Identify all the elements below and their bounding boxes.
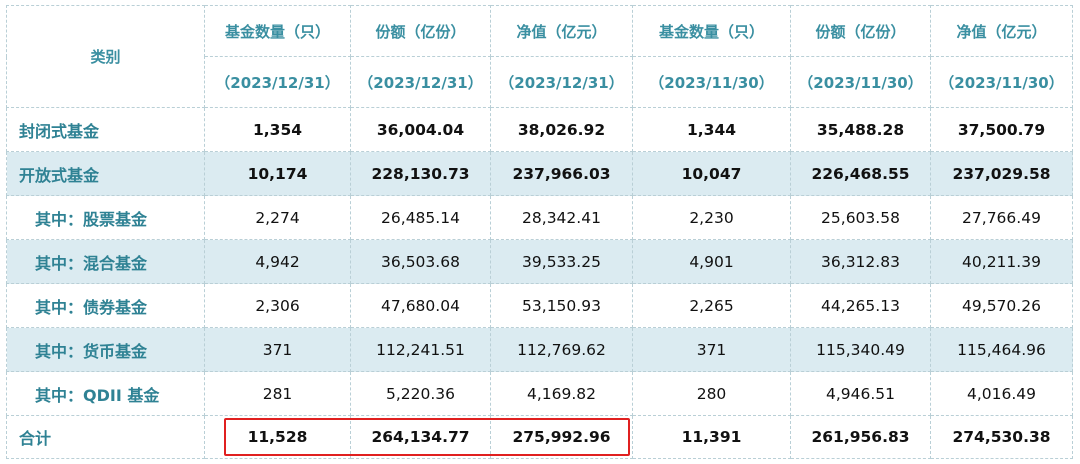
table-cell: 275,992.96: [490, 415, 633, 459]
row-label: 其中：混合基金: [6, 239, 205, 284]
header-date: （2023/12/31）: [350, 56, 491, 108]
table-cell: 2,274: [204, 195, 351, 240]
table-cell: 1,354: [204, 107, 351, 152]
header-fund-count-nov: 基金数量（只）: [632, 5, 791, 57]
table-cell: 36,312.83: [790, 239, 931, 284]
table-cell: 25,603.58: [790, 195, 931, 240]
table-row-equity: 其中：股票基金 2,274 26,485.14 28,342.41 2,230 …: [6, 195, 1073, 240]
table-cell: 35,488.28: [790, 107, 931, 152]
table-cell: 4,901: [632, 239, 791, 284]
row-label: 其中：债券基金: [6, 283, 205, 328]
table-cell: 4,169.82: [490, 371, 633, 416]
table-row-total: 合计 11,528 264,134.77 275,992.96 11,391 2…: [6, 415, 1073, 459]
header-category: 类别: [6, 5, 205, 108]
header-shares-nov: 份额（亿份）: [790, 5, 931, 57]
table-cell: 237,966.03: [490, 151, 633, 196]
table-cell: 228,130.73: [350, 151, 491, 196]
table-cell: 371: [632, 327, 791, 372]
table-cell: 4,946.51: [790, 371, 931, 416]
header-date: （2023/12/31）: [204, 56, 351, 108]
table-cell: 11,528: [204, 415, 351, 459]
table-cell: 226,468.55: [790, 151, 931, 196]
table-cell: 53,150.93: [490, 283, 633, 328]
table-cell: 36,004.04: [350, 107, 491, 152]
header-shares-dec: 份额（亿份）: [350, 5, 491, 57]
row-label: 封闭式基金: [6, 107, 205, 152]
fund-statistics-table: 类别 基金数量（只） 份额（亿份） 净值（亿元） 基金数量（只） 份额（亿份） …: [6, 5, 1073, 459]
table-cell: 2,265: [632, 283, 791, 328]
table-cell: 10,047: [632, 151, 791, 196]
table-cell: 26,485.14: [350, 195, 491, 240]
header-date: （2023/11/30）: [930, 56, 1073, 108]
header-date: （2023/11/30）: [790, 56, 931, 108]
row-label: 合计: [6, 415, 205, 459]
table-cell: 40,211.39: [930, 239, 1073, 284]
table-row-open-end: 开放式基金 10,174 228,130.73 237,966.03 10,04…: [6, 151, 1073, 196]
table-cell: 112,769.62: [490, 327, 633, 372]
table-row-bond: 其中：债券基金 2,306 47,680.04 53,150.93 2,265 …: [6, 283, 1073, 328]
table-cell: 237,029.58: [930, 151, 1073, 196]
table-cell: 281: [204, 371, 351, 416]
table-row-hybrid: 其中：混合基金 4,942 36,503.68 39,533.25 4,901 …: [6, 239, 1073, 284]
table-row-money-market: 其中：货币基金 371 112,241.51 112,769.62 371 11…: [6, 327, 1073, 372]
table-cell: 36,503.68: [350, 239, 491, 284]
table-cell: 37,500.79: [930, 107, 1073, 152]
table-cell: 280: [632, 371, 791, 416]
row-label: 其中：货币基金: [6, 327, 205, 372]
table-cell: 11,391: [632, 415, 791, 459]
header-fund-count-dec: 基金数量（只）: [204, 5, 351, 57]
table-cell: 4,942: [204, 239, 351, 284]
table-cell: 261,956.83: [790, 415, 931, 459]
table-cell: 2,230: [632, 195, 791, 240]
table-row-qdii: 其中：QDII 基金 281 5,220.36 4,169.82 280 4,9…: [6, 371, 1073, 416]
table-cell: 1,344: [632, 107, 791, 152]
header-nav-nov: 净值（亿元）: [930, 5, 1073, 57]
table-cell: 44,265.13: [790, 283, 931, 328]
table-cell: 28,342.41: [490, 195, 633, 240]
table-cell: 5,220.36: [350, 371, 491, 416]
table-cell: 4,016.49: [930, 371, 1073, 416]
header-date: （2023/11/30）: [632, 56, 791, 108]
row-label: 开放式基金: [6, 151, 205, 196]
table-cell: 38,026.92: [490, 107, 633, 152]
table-cell: 115,464.96: [930, 327, 1073, 372]
table-cell: 47,680.04: [350, 283, 491, 328]
table-cell: 115,340.49: [790, 327, 931, 372]
table-cell: 112,241.51: [350, 327, 491, 372]
table-cell: 10,174: [204, 151, 351, 196]
table-cell: 274,530.38: [930, 415, 1073, 459]
table-cell: 2,306: [204, 283, 351, 328]
table-cell: 27,766.49: [930, 195, 1073, 240]
row-label: 其中：股票基金: [6, 195, 205, 240]
table-cell: 49,570.26: [930, 283, 1073, 328]
fund-statistics-table-container: 类别 基金数量（只） 份额（亿份） 净值（亿元） 基金数量（只） 份额（亿份） …: [6, 5, 1073, 459]
table-cell: 371: [204, 327, 351, 372]
table-cell: 39,533.25: [490, 239, 633, 284]
table-row-closed-end: 封闭式基金 1,354 36,004.04 38,026.92 1,344 35…: [6, 107, 1073, 152]
header-date: （2023/12/31）: [490, 56, 633, 108]
row-label: 其中：QDII 基金: [6, 371, 205, 416]
header-nav-dec: 净值（亿元）: [490, 5, 633, 57]
table-cell: 264,134.77: [350, 415, 491, 459]
